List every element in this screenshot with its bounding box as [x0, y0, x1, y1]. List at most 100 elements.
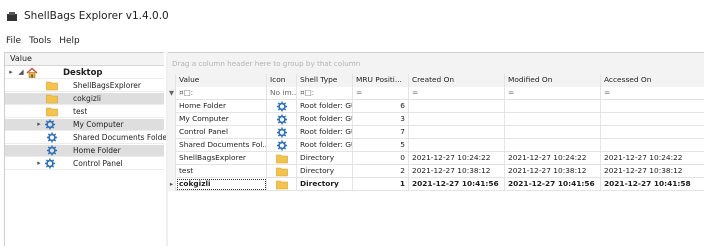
table-row[interactable]: Shared Documents Fol... Root folder: GU.…: [168, 139, 704, 152]
cell-value: ShellBagsExplorer: [176, 152, 267, 165]
tree-item-my-computer[interactable]: ▸ My Computer: [5, 119, 164, 131]
tree-item-label: My Computer: [73, 120, 124, 129]
folder-icon: [275, 154, 288, 164]
column-header-accessed-on[interactable]: Accessed On: [601, 74, 704, 87]
cell-value[interactable]: cokgizli: [176, 178, 267, 191]
tree-item-cokgizli[interactable]: cokgizli: [5, 93, 164, 105]
table-row[interactable]: ShellBagsExplorer Directory 0 2021-12-27…: [168, 152, 704, 165]
row-indicator: [168, 100, 176, 113]
cell-shell-type: Directory: [297, 152, 353, 165]
cell-shell-type: Root folder: GU...: [297, 126, 353, 139]
column-header-mru-position[interactable]: MRU Positi...: [353, 74, 409, 87]
cell-shell-type: Directory: [297, 178, 353, 191]
tree-item-home-folder[interactable]: Home Folder: [5, 145, 164, 157]
folder-icon: [46, 107, 58, 117]
cell-mru-position: 5: [353, 139, 409, 152]
filter-shell-type[interactable]: ¤□:: [297, 87, 353, 100]
column-header-value[interactable]: Value: [176, 74, 267, 87]
tree-item-test[interactable]: test: [5, 106, 164, 118]
cell-modified-on: 2021-12-27 10:24:22: [505, 152, 601, 165]
cell-icon: [267, 152, 297, 165]
cell-created-on: 2021-12-27 10:38:12: [409, 165, 505, 178]
column-header-icon[interactable]: Icon: [267, 74, 297, 87]
folder-icon: [275, 180, 288, 190]
expand-arrow-icon[interactable]: ▸: [7, 68, 15, 76]
grid-header-row: Value Icon Shell Type MRU Positi... Crea…: [168, 74, 704, 87]
row-indicator: [168, 165, 176, 178]
gear-icon: [276, 101, 287, 112]
table-row[interactable]: test Directory 2 2021-12-27 10:38:12 202…: [168, 165, 704, 178]
cell-shell-type: Root folder: GU...: [297, 100, 353, 113]
row-indicator-arrow-icon: ▸: [168, 178, 176, 191]
cell-modified-on: [505, 126, 601, 139]
cell-icon: [267, 165, 297, 178]
filter-accessed-on[interactable]: =: [601, 87, 704, 100]
table-row[interactable]: Home Folder Root folder: GU... 6: [168, 100, 704, 113]
gear-icon: [276, 127, 287, 138]
gear-icon: [44, 119, 56, 130]
app-logo-icon: [7, 11, 17, 21]
gear-icon: [46, 145, 58, 156]
cell-value: Shared Documents Fol...: [176, 139, 267, 152]
cell-icon: [267, 100, 297, 113]
cell-accessed-on: [601, 126, 704, 139]
cell-modified-on: 2021-12-27 10:41:56: [505, 178, 601, 191]
row-indicator-header: [168, 74, 176, 87]
expand-arrow-icon[interactable]: ▸: [35, 120, 43, 128]
cell-modified-on: 2021-12-27 10:38:12: [505, 165, 601, 178]
cell-icon: [267, 126, 297, 139]
menu-help[interactable]: Help: [59, 36, 80, 46]
tree-item-desktop[interactable]: ▸ ◢ Desktop: [5, 67, 164, 79]
menu-file[interactable]: File: [6, 36, 21, 46]
cell-created-on: 2021-12-27 10:41:56: [409, 178, 505, 191]
cell-accessed-on: [601, 139, 704, 152]
collapse-arrow-icon[interactable]: ◢: [17, 68, 25, 76]
cell-created-on: [409, 126, 505, 139]
cell-mru-position: 0: [353, 152, 409, 165]
cell-created-on: [409, 113, 505, 126]
group-by-panel[interactable]: Drag a column header here to group by th…: [168, 53, 704, 74]
tree-item-shared-documents[interactable]: Shared Documents Folde: [5, 132, 168, 144]
row-indicator: [168, 152, 176, 165]
filter-icon[interactable]: No im...: [267, 87, 297, 100]
gear-icon: [44, 158, 56, 169]
tree-item-label: ShellBagsExplorer: [73, 81, 141, 90]
table-row[interactable]: Control Panel Root folder: GU... 7: [168, 126, 704, 139]
tree-item-label: Shared Documents Folde: [73, 133, 168, 142]
cell-shell-type: Root folder: GU...: [297, 139, 353, 152]
tree-column-header[interactable]: Value: [5, 53, 164, 66]
row-indicator: [168, 139, 176, 152]
cell-modified-on: [505, 139, 601, 152]
row-indicator: [168, 113, 176, 126]
cell-created-on: [409, 139, 505, 152]
cell-shell-type: Root folder: GU...: [297, 113, 353, 126]
shellbag-tree[interactable]: Value ▸ ◢ Desktop ShellBagsExplorer cokg…: [4, 52, 168, 246]
cell-created-on: 2021-12-27 10:24:22: [409, 152, 505, 165]
filter-mru-position[interactable]: =: [353, 87, 409, 100]
tree-item-shellbagsexplorer[interactable]: ShellBagsExplorer: [5, 80, 164, 92]
tree-item-label: Desktop: [63, 68, 103, 78]
menu-bar: File Tools Help: [0, 32, 704, 50]
table-row-selected[interactable]: ▸ cokgizli Directory 1 2021-12-27 10:41:…: [168, 178, 704, 191]
cell-icon: [267, 139, 297, 152]
column-header-created-on[interactable]: Created On: [409, 74, 505, 87]
cell-mru-position: 3: [353, 113, 409, 126]
title-bar: ShellBags Explorer v1.4.0.0: [0, 0, 704, 32]
filter-value[interactable]: ¤□:: [176, 87, 267, 100]
cell-accessed-on: [601, 100, 704, 113]
menu-tools[interactable]: Tools: [29, 36, 51, 46]
cell-value: My Computer: [176, 113, 267, 126]
table-row[interactable]: My Computer Root folder: GU... 3: [168, 113, 704, 126]
gear-icon: [276, 140, 287, 151]
cell-icon: [267, 178, 297, 191]
filter-created-on[interactable]: =: [409, 87, 505, 100]
folder-icon: [275, 167, 288, 177]
column-header-shell-type[interactable]: Shell Type: [297, 74, 353, 87]
home-icon: [26, 67, 38, 78]
tree-item-control-panel[interactable]: ▸ Control Panel: [5, 158, 164, 170]
column-header-modified-on[interactable]: Modified On: [505, 74, 601, 87]
cell-icon: [267, 113, 297, 126]
filter-modified-on[interactable]: =: [505, 87, 601, 100]
expand-arrow-icon[interactable]: ▸: [35, 159, 43, 167]
cell-accessed-on: 2021-12-27 10:24:22: [604, 153, 683, 162]
